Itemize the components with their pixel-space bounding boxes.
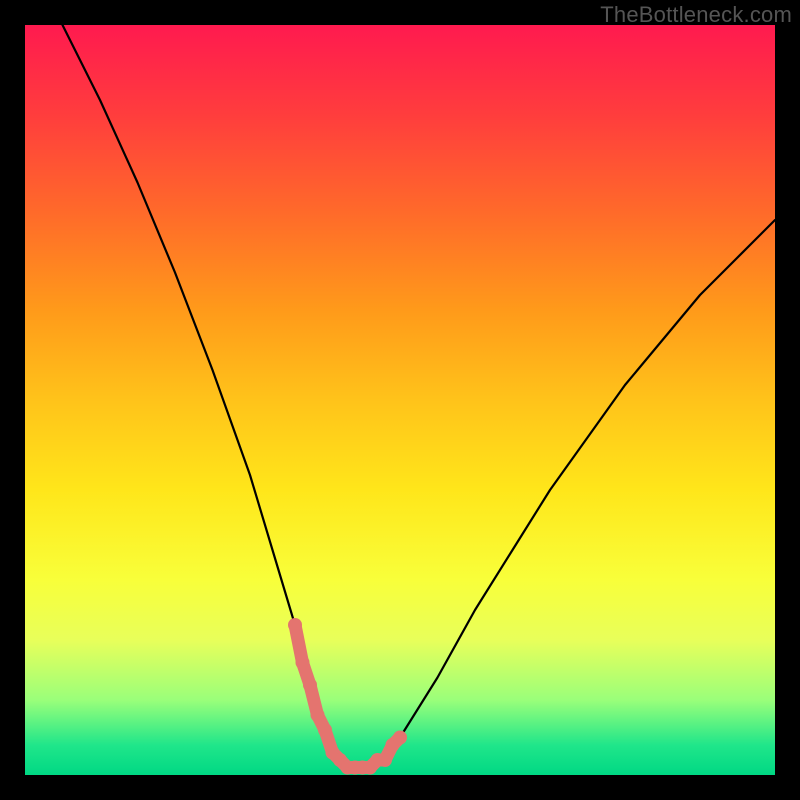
plot-area [25,25,775,775]
bottleneck-curve [63,25,776,768]
chart-frame: TheBottleneck.com [0,0,800,800]
safe-zone-highlight [288,618,407,775]
chart-svg [25,25,775,775]
watermark-text: TheBottleneck.com [600,2,792,28]
